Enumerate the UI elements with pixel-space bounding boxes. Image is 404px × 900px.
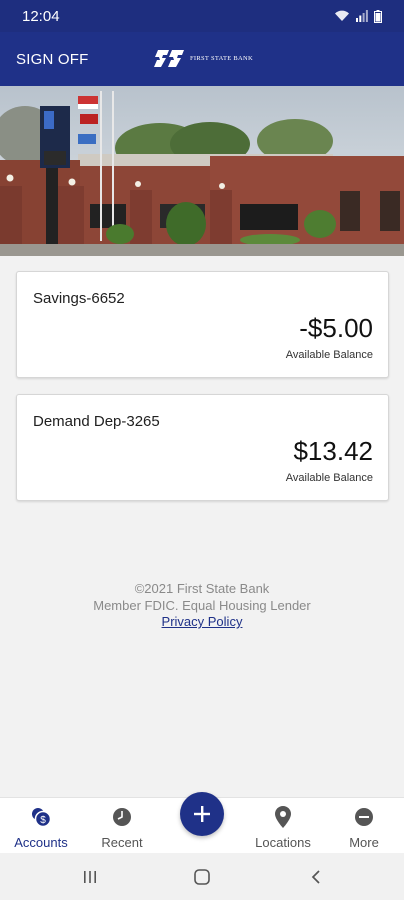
bank-logo-icon (154, 50, 184, 67)
account-balance: -$5.00 (299, 313, 373, 343)
account-name: Demand Dep-3265 (33, 413, 160, 430)
nav-accounts-label: Accounts (14, 835, 68, 850)
privacy-policy-link[interactable]: Privacy Policy (162, 614, 243, 629)
home-button[interactable] (192, 867, 212, 887)
plus-icon (194, 806, 210, 822)
nav-more-label: More (349, 835, 379, 850)
recent-apps-icon (84, 871, 96, 883)
account-card-demand-deposit[interactable]: Demand Dep-3265 $13.42 Available Balance (16, 394, 389, 501)
wifi-icon (335, 10, 349, 21)
balance-caption: Available Balance (285, 472, 373, 484)
status-time: 12:04 (22, 7, 60, 25)
branch-photo (0, 86, 404, 256)
system-nav-bar (0, 853, 404, 900)
location-pin-icon (272, 806, 294, 828)
app-header: SIGN OFF FIRST STATE BANK (0, 32, 404, 86)
home-icon (194, 869, 210, 885)
status-icons (334, 9, 382, 23)
account-balance: $13.42 (293, 436, 373, 466)
nav-more[interactable]: More (340, 798, 388, 854)
nav-locations-label: Locations (255, 835, 311, 850)
account-card-savings[interactable]: Savings-6652 -$5.00 Available Balance (16, 271, 389, 378)
nav-accounts[interactable]: $ Accounts (8, 798, 74, 854)
status-bar: 12:04 (0, 0, 404, 32)
signal-icon (356, 10, 368, 22)
copyright-text: ©2021 First State Bank (134, 581, 270, 596)
svg-text:$: $ (40, 815, 46, 826)
account-name: Savings-6652 (33, 290, 125, 307)
add-button[interactable] (180, 792, 224, 836)
balance-caption: Available Balance (285, 349, 373, 361)
nav-locations[interactable]: Locations (248, 798, 318, 854)
nav-recent-label: Recent (101, 835, 143, 850)
fdic-text: Member FDIC. Equal Housing Lender (93, 598, 311, 613)
privacy-policy-row: Privacy Policy (0, 614, 404, 629)
nav-recent[interactable]: Recent (92, 798, 152, 854)
sign-off-button[interactable]: SIGN OFF (16, 51, 88, 68)
battery-icon (374, 9, 382, 23)
clock-icon (111, 806, 133, 828)
accounts-icon: $ (30, 806, 52, 828)
brand-logo: FIRST STATE BANK (154, 47, 253, 69)
more-icon (353, 806, 375, 828)
back-button[interactable] (306, 867, 326, 887)
brand-name: FIRST STATE BANK (190, 54, 254, 62)
back-icon (311, 870, 320, 884)
recent-apps-button[interactable] (80, 867, 100, 887)
